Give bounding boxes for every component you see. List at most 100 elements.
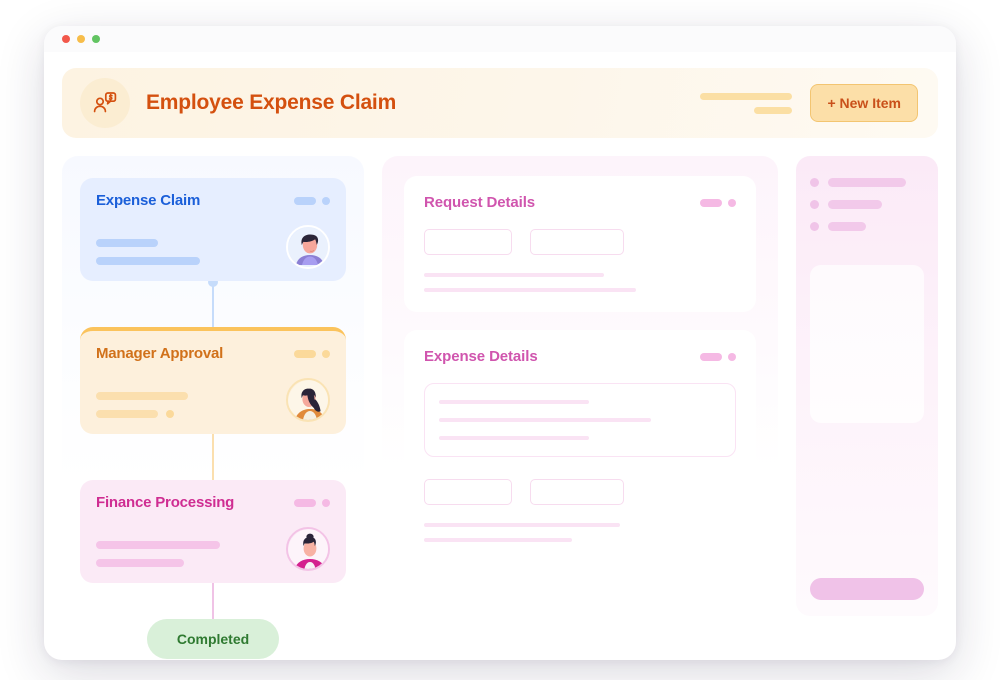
section-title: Request Details xyxy=(424,194,536,211)
page-header: Employee Expense Claim + New Item xyxy=(62,68,938,138)
aside-action-button[interactable] xyxy=(810,578,924,600)
new-item-button[interactable]: + New Item xyxy=(810,84,918,122)
placeholder-line xyxy=(96,257,200,265)
summary-aside-panel xyxy=(796,156,938,616)
list-item[interactable] xyxy=(810,222,924,231)
step-placeholder-lines xyxy=(96,541,286,567)
workflow-connector xyxy=(80,277,346,327)
placeholder-line xyxy=(828,178,906,187)
card-header: Request Details xyxy=(424,194,736,211)
expense-details-card: Expense Details xyxy=(404,330,756,562)
field-row xyxy=(424,229,736,255)
status-pill xyxy=(294,349,316,358)
expense-text-lines xyxy=(424,523,736,542)
placeholder-line xyxy=(700,92,793,100)
placeholder-line xyxy=(96,392,188,400)
placeholder-dot xyxy=(166,410,174,418)
employee-expense-icon xyxy=(80,78,130,128)
card-header: Expense Details xyxy=(424,348,736,365)
placeholder-line xyxy=(96,410,158,418)
placeholder-line-row xyxy=(96,410,286,418)
status-dot xyxy=(322,498,330,507)
step-header: Manager Approval xyxy=(96,345,330,362)
bullet-icon xyxy=(810,178,819,187)
field-two-input[interactable] xyxy=(530,229,624,255)
request-text-lines xyxy=(424,273,736,292)
app-window: Employee Expense Claim + New Item Expens… xyxy=(44,26,956,660)
field-row xyxy=(424,479,736,505)
placeholder-line xyxy=(424,273,604,277)
status-pill xyxy=(700,198,722,207)
placeholder-line xyxy=(828,200,882,209)
content-area: Expense Claim Manager Approval Finance P… xyxy=(62,156,938,659)
step-status-pills xyxy=(294,196,330,205)
status-pill xyxy=(700,352,722,361)
bullet-icon xyxy=(810,222,819,231)
placeholder-line xyxy=(424,288,636,292)
step-body xyxy=(96,225,330,269)
placeholder-line xyxy=(439,436,589,440)
step-body xyxy=(96,378,330,422)
minimize-window-dot[interactable] xyxy=(77,35,85,43)
workflow-step-finance-processing[interactable]: Finance Processing xyxy=(80,480,346,583)
status-badge-completed[interactable]: Completed xyxy=(146,619,280,659)
placeholder-line xyxy=(754,106,793,114)
maximize-window-dot[interactable] xyxy=(92,35,100,43)
header-actions: + New Item xyxy=(700,84,918,122)
avatar-ponytail-orange xyxy=(286,378,330,422)
status-dot xyxy=(322,196,330,205)
placeholder-line xyxy=(439,400,589,404)
field-one-input[interactable] xyxy=(424,229,512,255)
window-titlebar xyxy=(44,26,956,52)
avatar-bun-magenta xyxy=(286,527,330,571)
step-header: Finance Processing xyxy=(96,494,330,511)
status-pill xyxy=(294,196,316,205)
list-item[interactable] xyxy=(810,200,924,209)
workflow-panel: Expense Claim Manager Approval Finance P… xyxy=(62,156,364,659)
placeholder-line xyxy=(96,541,220,549)
placeholder-line xyxy=(96,559,184,567)
workflow-connector xyxy=(80,434,346,480)
bullet-icon xyxy=(810,200,819,209)
step-placeholder-lines xyxy=(96,392,286,418)
status-dot xyxy=(322,349,330,358)
window-body: Employee Expense Claim + New Item Expens… xyxy=(44,52,956,660)
header-placeholder-lines xyxy=(700,92,793,114)
connector-line xyxy=(212,583,214,619)
close-window-dot[interactable] xyxy=(62,35,70,43)
connector-line xyxy=(212,281,214,327)
workflow-connector xyxy=(80,583,346,619)
step-title: Manager Approval xyxy=(96,345,224,362)
aside-item-list xyxy=(810,178,924,231)
step-status-pills xyxy=(294,498,330,507)
placeholder-line xyxy=(828,222,866,231)
step-body xyxy=(96,527,330,571)
card-status-pills xyxy=(700,198,736,207)
placeholder-line xyxy=(424,523,620,527)
section-title: Expense Details xyxy=(424,348,538,365)
placeholder-line xyxy=(439,418,651,422)
step-placeholder-lines xyxy=(96,239,286,265)
workflow-step-expense-claim[interactable]: Expense Claim xyxy=(80,178,346,281)
field-three-input[interactable] xyxy=(424,479,512,505)
status-dot xyxy=(728,198,736,207)
step-title: Expense Claim xyxy=(96,192,201,209)
connector-line xyxy=(212,434,214,480)
step-status-pills xyxy=(294,349,330,358)
status-pill xyxy=(294,498,316,507)
status-dot xyxy=(728,352,736,361)
expense-description-textarea[interactable] xyxy=(424,383,736,457)
list-item[interactable] xyxy=(810,178,924,187)
placeholder-line xyxy=(424,538,572,542)
request-details-card: Request Details xyxy=(404,176,756,312)
avatar-curly-hair-purple xyxy=(286,225,330,269)
step-header: Expense Claim xyxy=(96,192,330,209)
placeholder-line xyxy=(96,239,158,247)
step-title: Finance Processing xyxy=(96,494,235,511)
field-four-input[interactable] xyxy=(530,479,624,505)
page-title: Employee Expense Claim xyxy=(146,91,397,114)
card-status-pills xyxy=(700,352,736,361)
workflow-step-manager-approval[interactable]: Manager Approval xyxy=(80,327,346,434)
request-detail-panel: Request Details Expense Details xyxy=(382,156,778,616)
preview-placeholder xyxy=(810,265,924,423)
